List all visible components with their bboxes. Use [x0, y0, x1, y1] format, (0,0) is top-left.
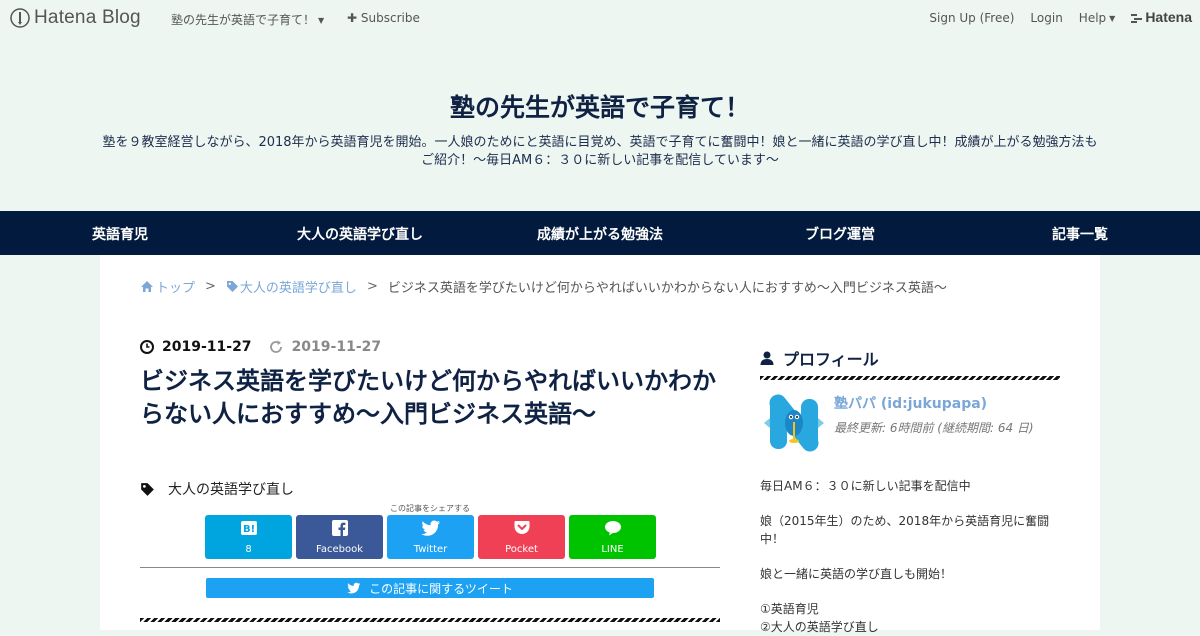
pocket-share-button[interactable]: Pocket: [478, 515, 565, 559]
main-panel: トップ > 大人の英語学び直し > ビジネス英語を学びたいけど何からやればいいか…: [100, 255, 1100, 634]
login-link[interactable]: Login: [1030, 11, 1062, 25]
hatena-bookmark-icon: B!: [240, 521, 257, 535]
topbar-right: Sign Up (Free) Login Help ▼ Hatena: [929, 9, 1192, 25]
profile-stripe-divider: [760, 376, 1060, 380]
breadcrumb-separator: >: [366, 279, 378, 294]
published-date[interactable]: 2019-11-27: [162, 339, 252, 355]
nav-item-blog-management[interactable]: ブログ運営: [805, 224, 875, 244]
line-icon: [604, 521, 621, 536]
plus-icon: ✚: [347, 11, 358, 25]
profile-paragraph: 娘と一緒に英語の学び直しも開始！: [760, 567, 953, 581]
related-tweets-label: この記事に関するツイート: [369, 581, 513, 596]
hatena-blog-logo[interactable]: Hatena Blog: [10, 7, 141, 29]
profile-list-item: ①英語育児: [760, 602, 819, 616]
tag-icon: [141, 482, 154, 496]
help-label: Help: [1078, 11, 1107, 25]
subscribe-button[interactable]: ✚ Subscribe: [347, 11, 420, 25]
home-icon: [141, 281, 153, 292]
profile-name[interactable]: 塾パパ (id:jukupapa): [834, 393, 987, 413]
profile-heading: プロフィール: [760, 346, 879, 370]
site-header: 塾の先生が英語で子育て！ 塾を９教室経営しながら、2018年から英語育児を開始。…: [0, 40, 1200, 210]
hatena-topbar: Hatena Blog 塾の先生が英語で子育て！ ▼ ✚ Subscribe Si…: [0, 0, 1200, 36]
profile-description: 毎日AM６：３０に新しい記事を配信中 娘（2015年生）のため、2018年から英…: [760, 477, 1060, 636]
breadcrumb-current: ビジネス英語を学びたいけど何からやればいいかわからない人におすすめ～入門ビジネス…: [387, 281, 947, 296]
line-share-button[interactable]: LINE: [569, 515, 656, 559]
share-buttons: B! 8 Facebook Twitter Pocket LINE: [205, 515, 656, 559]
site-description: 塾を９教室経営しながら、2018年から英語育児を開始。一人娘のためにと英語に目覚…: [102, 135, 1098, 168]
related-tweets-button[interactable]: この記事に関するツイート: [206, 578, 654, 598]
profile-list-item: ②大人の英語学び直し: [760, 620, 879, 634]
profile-paragraph: 毎日AM６：３０に新しい記事を配信中: [760, 479, 971, 493]
blog-name-label: 塾の先生が英語で子育て！: [171, 13, 316, 27]
twitter-share-button[interactable]: Twitter: [387, 515, 474, 559]
signup-link[interactable]: Sign Up (Free): [929, 11, 1014, 25]
user-icon: [760, 351, 774, 365]
clock-icon: [140, 340, 154, 354]
caret-down-icon: ▼: [1109, 14, 1116, 23]
nav-item-study-method[interactable]: 成績が上がる勉強法: [537, 224, 663, 244]
hatena-brand-text: Hatena: [1145, 9, 1192, 25]
help-dropdown[interactable]: Help ▼: [1079, 11, 1116, 25]
breadcrumb: トップ > 大人の英語学び直し > ビジネス英語を学びたいけど何からやればいいか…: [140, 277, 947, 296]
hatena-bookmark-button[interactable]: B! 8: [205, 515, 292, 559]
caret-down-icon: ▼: [318, 16, 325, 25]
subscribe-label: Subscribe: [360, 11, 420, 25]
divider: [140, 567, 720, 568]
twitter-icon: [421, 520, 440, 536]
logo-text: Hatena Blog: [34, 7, 141, 28]
facebook-label: Facebook: [316, 544, 363, 555]
refresh-icon: [269, 340, 282, 353]
avatar[interactable]: [764, 393, 824, 453]
pocket-label: Pocket: [505, 544, 538, 555]
breadcrumb-home[interactable]: トップ: [156, 277, 195, 296]
facebook-share-button[interactable]: Facebook: [296, 515, 383, 559]
hatena-brand-link[interactable]: Hatena: [1131, 9, 1192, 25]
tag-icon: [226, 281, 238, 292]
breadcrumb-category[interactable]: 大人の英語学び直し: [240, 277, 357, 296]
nav-item-adult-english[interactable]: 大人の英語学び直し: [297, 224, 423, 244]
profile-paragraph: 娘（2015年生）のため、2018年から英語育児に奮闘中！: [760, 514, 1050, 546]
article-stripe-divider: [140, 618, 720, 622]
hatena-bookmark-count: 8: [245, 544, 252, 555]
hatena-mark-icon: [1131, 14, 1143, 23]
nav-item-article-list[interactable]: 記事一覧: [1052, 224, 1108, 244]
hatena-pen-icon: [10, 8, 30, 28]
pocket-icon: [514, 521, 529, 534]
article-category: 大人の英語学び直し: [140, 479, 294, 499]
breadcrumb-separator: >: [205, 279, 216, 294]
share-caption: この記事をシェアする: [390, 504, 470, 513]
svg-text:B!: B!: [243, 524, 255, 535]
profile-last-update: 最終更新: 6時間前 (継続期間: 64 日): [834, 421, 1034, 435]
line-label: LINE: [601, 544, 624, 555]
profile-heading-text: プロフィール: [783, 350, 879, 369]
blog-name-dropdown[interactable]: 塾の先生が英語で子育て！ ▼: [171, 11, 324, 28]
global-nav: 英語育児 大人の英語学び直し 成績が上がる勉強法 ブログ運営 記事一覧: [0, 211, 1200, 255]
facebook-icon: [331, 520, 348, 536]
category-link[interactable]: 大人の英語学び直し: [168, 479, 294, 499]
article-title[interactable]: ビジネス英語を学びたいけど何からやればいいかわからない人におすすめ～入門ビジネス…: [140, 365, 720, 431]
twitter-icon: [347, 582, 361, 594]
twitter-label: Twitter: [413, 544, 448, 555]
nav-item-english-parenting[interactable]: 英語育児: [92, 224, 148, 244]
article-dates: 2019-11-27 2019-11-27: [140, 339, 381, 355]
updated-date: 2019-11-27: [291, 339, 382, 355]
site-title[interactable]: 塾の先生が英語で子育て！: [0, 88, 1200, 124]
